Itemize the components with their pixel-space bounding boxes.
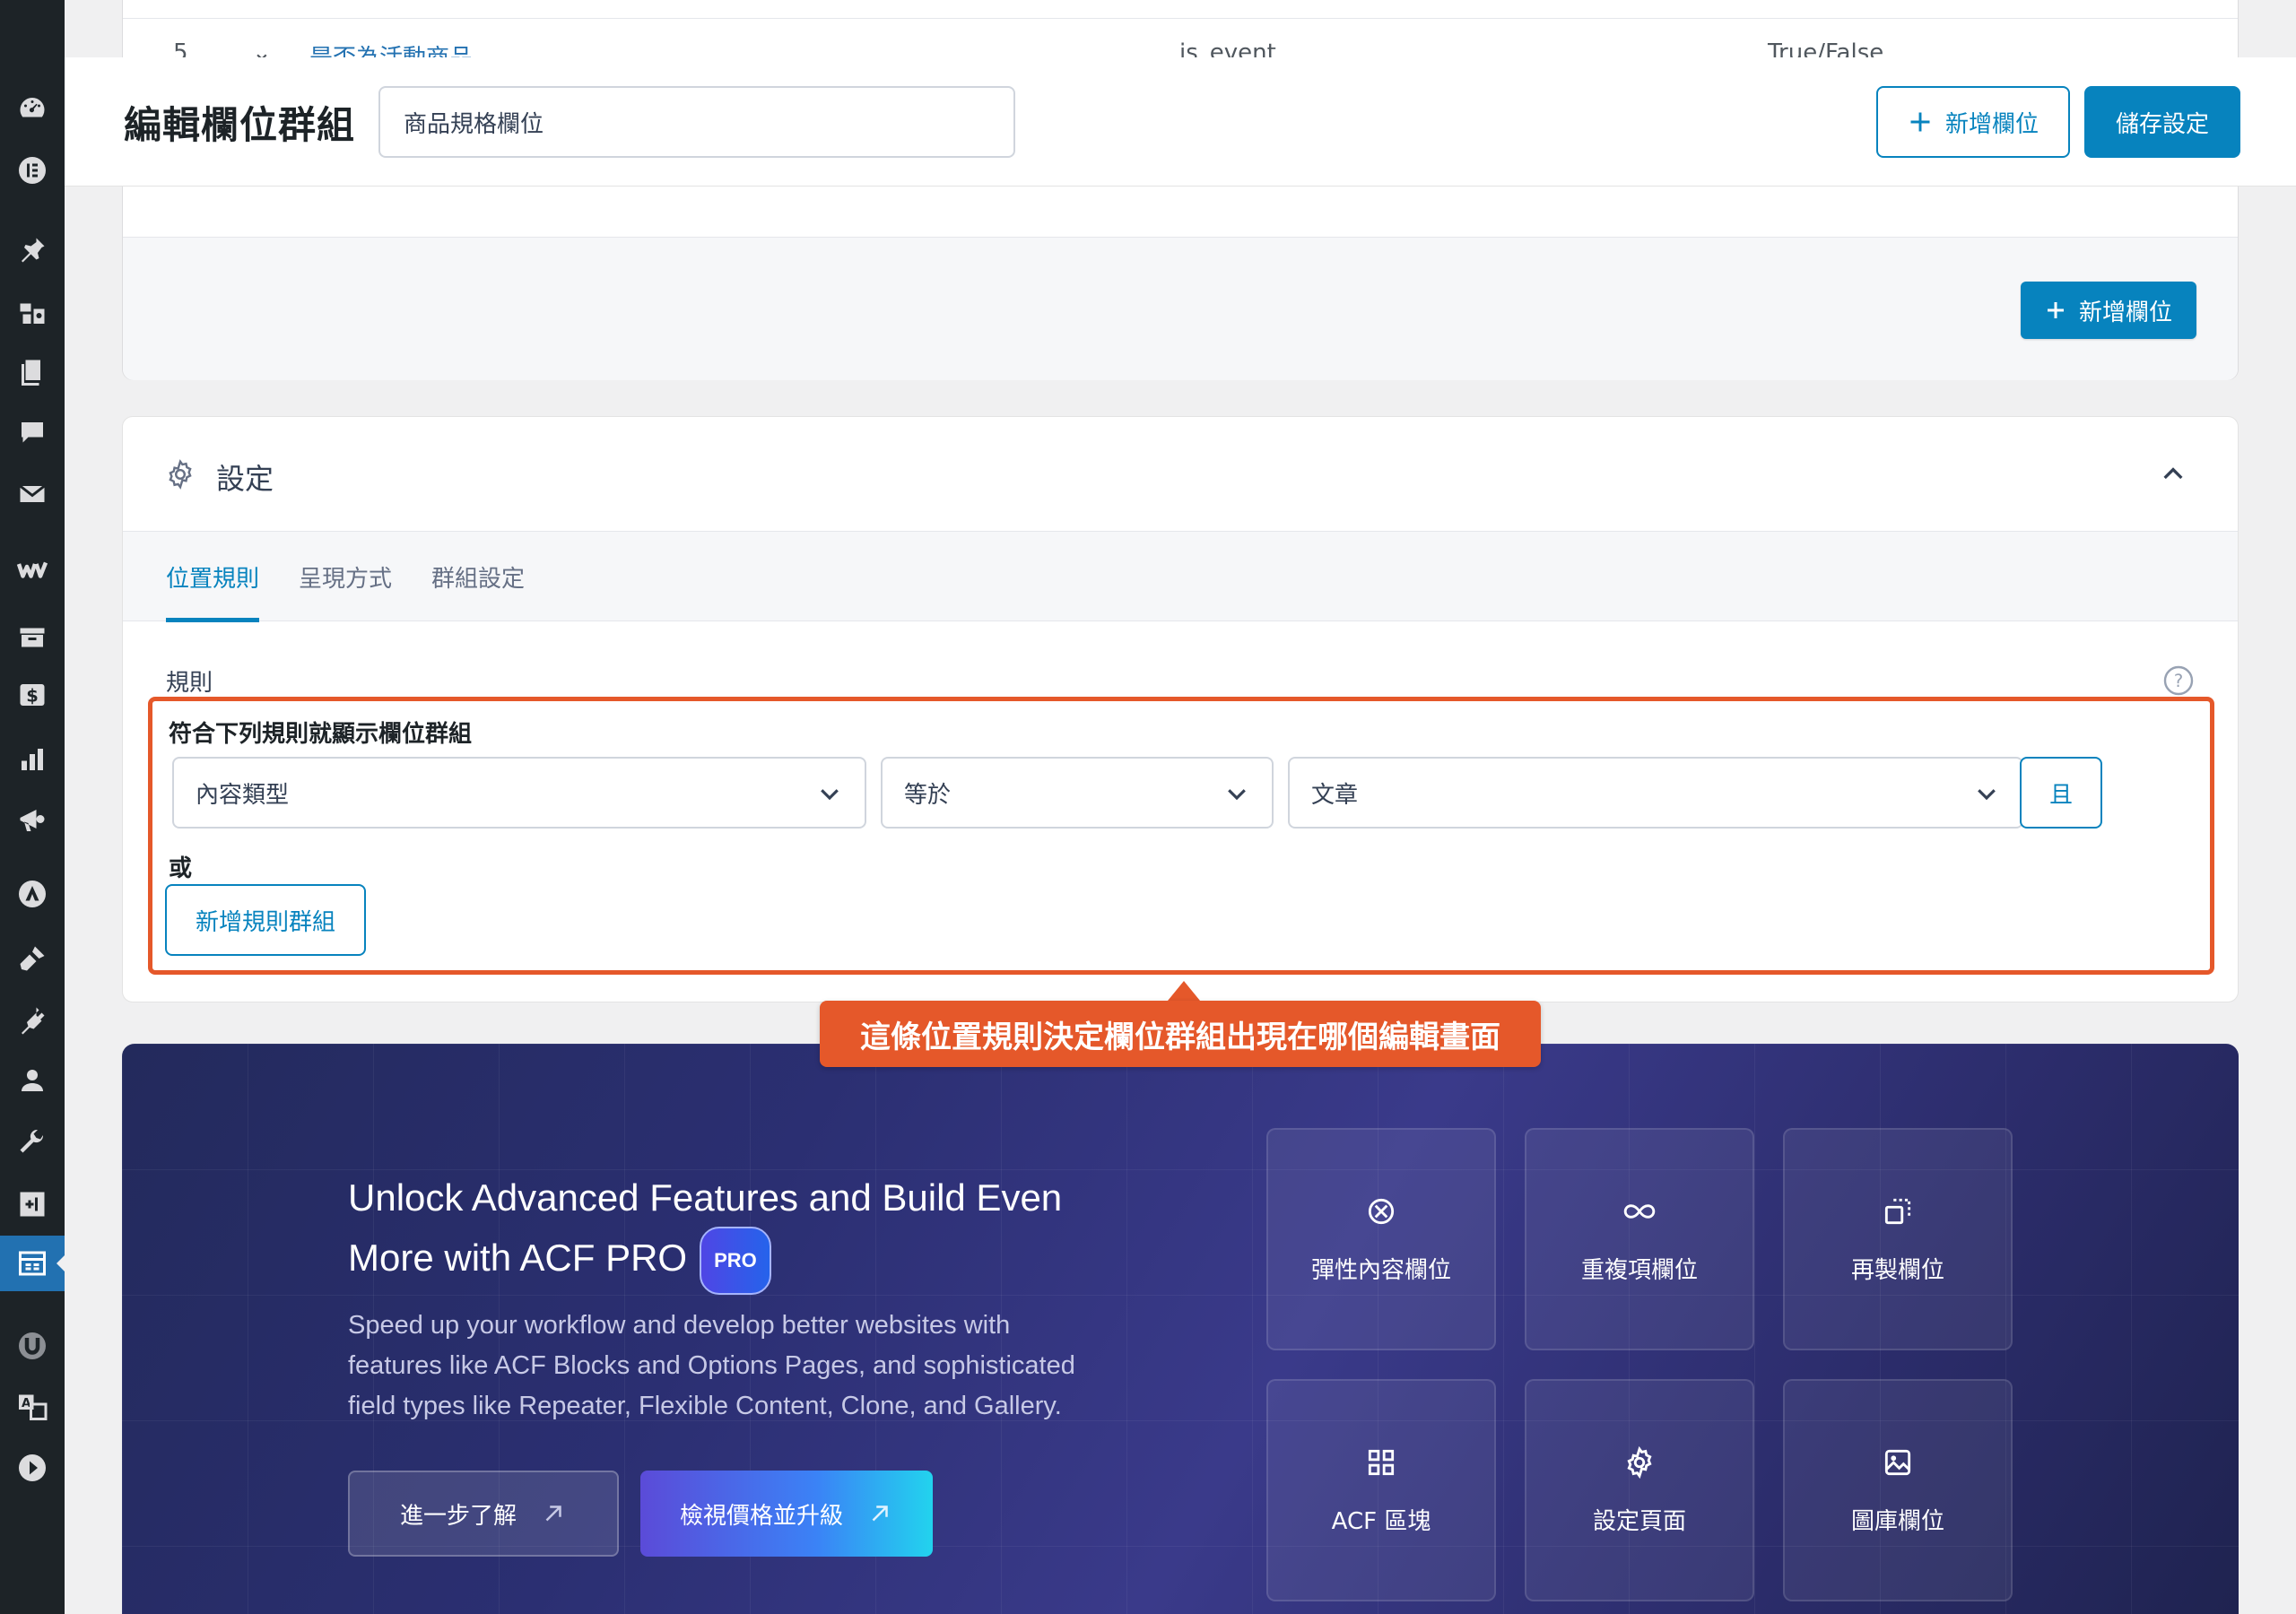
products-archive-icon[interactable] — [0, 610, 65, 665]
tab-group-settings[interactable]: 群組設定 — [431, 532, 525, 621]
rule-operator-select[interactable]: 等於 — [881, 757, 1274, 829]
page-title: 編輯欄位群組 — [124, 103, 356, 147]
field-list-footer: 新增欄位 — [123, 237, 2238, 380]
uptime-monitor-icon[interactable] — [0, 1318, 65, 1374]
feature-gallery[interactable]: 圖庫欄位 — [1783, 1379, 2013, 1601]
infinity-icon — [1623, 1203, 1656, 1219]
tools-wrench-icon[interactable] — [0, 1115, 65, 1171]
marketing-icon[interactable] — [0, 793, 65, 848]
svg-text:$: $ — [26, 686, 39, 707]
chevron-down-icon — [1228, 789, 1246, 801]
promo-title-line-2: More with ACF PRO — [348, 1237, 688, 1280]
gear-icon — [169, 459, 192, 490]
add-rule-group-button[interactable]: 新增規則群組 — [165, 884, 366, 956]
add-field-button-bottom[interactable]: 新增欄位 — [2021, 282, 2196, 339]
upgrade-button[interactable]: 檢視價格並升級 — [640, 1471, 933, 1557]
feature-clone[interactable]: 再製欄位 — [1783, 1128, 2013, 1350]
rules-label: 規則 — [166, 670, 213, 697]
feature-acf-blocks[interactable]: ACF 區塊 — [1266, 1379, 1496, 1601]
learn-more-label: 進一步了解 — [399, 1501, 517, 1529]
rule-value-value: 文章 — [1311, 781, 1359, 809]
location-rules-highlight: 符合下列規則就顯示欄位群組 內容類型 等於 文章 且 或 新增規則群組 — [148, 697, 2214, 975]
upgrade-label: 檢視價格並升級 — [679, 1501, 843, 1529]
analytics-icon[interactable] — [0, 732, 65, 787]
feature-label: ACF 區塊 — [1331, 1507, 1431, 1535]
external-arrow-icon — [545, 1506, 561, 1522]
posts-pin-icon[interactable] — [0, 222, 65, 278]
feature-options-pages[interactable]: 設定頁面 — [1525, 1379, 1754, 1601]
help-icon[interactable]: ? — [2162, 664, 2195, 697]
rules-heading: 符合下列規則就顯示欄位群組 — [169, 721, 473, 748]
translate-icon[interactable]: A — [0, 1379, 65, 1435]
promo-description: Speed up your workflow and develop bette… — [348, 1311, 1075, 1420]
promo-title-line-1: Unlock Advanced Features and Build Even — [348, 1176, 1063, 1219]
gallery-image-icon — [1884, 1449, 1911, 1475]
add-field-label: 新增欄位 — [1944, 109, 2039, 137]
settings-plus-icon[interactable] — [0, 1176, 65, 1232]
appearance-brush-icon[interactable] — [0, 931, 65, 986]
save-settings-button[interactable]: 儲存設定 — [2084, 86, 2240, 158]
plugins-icon[interactable] — [0, 992, 65, 1047]
add-field-button[interactable]: 新增欄位 — [1876, 86, 2070, 158]
tab-presentation[interactable]: 呈現方式 — [299, 532, 392, 621]
pages-icon[interactable] — [0, 344, 65, 400]
feature-label: 再製欄位 — [1850, 1256, 1944, 1284]
plus-icon — [2047, 302, 2064, 318]
annotation-callout: 這條位置規則決定欄位群組出現在哪個編輯畫面 — [820, 1001, 1541, 1067]
gear-icon — [1627, 1445, 1652, 1479]
comments-icon[interactable] — [0, 405, 65, 461]
plus-icon — [1910, 112, 1930, 132]
feature-repeater[interactable]: 重複項欄位 — [1525, 1128, 1754, 1350]
acf-field-groups-icon[interactable] — [0, 1236, 65, 1291]
astra-icon[interactable] — [0, 866, 65, 922]
promo-title: Unlock Advanced Features and Build Even … — [348, 1169, 1155, 1295]
settings-title: 設定 — [216, 462, 274, 496]
media-icon[interactable] — [0, 285, 65, 341]
feature-flexible-content[interactable]: 彈性內容欄位 — [1266, 1128, 1496, 1350]
external-arrow-icon — [872, 1506, 888, 1522]
svg-text:?: ? — [2174, 671, 2183, 691]
rule-param-select[interactable]: 內容類型 — [172, 757, 866, 829]
feature-label: 重複項欄位 — [1580, 1256, 1698, 1284]
feature-label: 圖庫欄位 — [1850, 1507, 1944, 1535]
feature-label: 彈性內容欄位 — [1310, 1256, 1451, 1284]
field-group-title-input[interactable] — [378, 86, 1015, 158]
rule-param-value: 內容類型 — [196, 781, 290, 809]
woocommerce-icon[interactable] — [0, 542, 65, 597]
acf-pro-promo-banner: Unlock Advanced Features and Build Even … — [122, 1044, 2239, 1614]
feature-label: 設定頁面 — [1592, 1507, 1686, 1535]
payments-icon[interactable]: $ — [0, 667, 65, 723]
chevron-up-icon[interactable] — [2159, 460, 2187, 489]
rule-value-select[interactable]: 文章 — [1288, 757, 2023, 829]
dashboard-icon[interactable] — [0, 81, 65, 136]
chevron-down-icon — [1978, 789, 1996, 801]
rule-operator-value: 等於 — [904, 781, 952, 809]
or-label: 或 — [169, 855, 193, 882]
settings-panel: 設定 位置規則 呈現方式 群組設定 規則 ? 符合下列規則就顯示欄位群組 內容類… — [122, 416, 2239, 1002]
flexible-content-icon — [1368, 1198, 1395, 1224]
add-and-rule-button[interactable]: 且 — [2020, 757, 2102, 829]
settings-header[interactable]: 設定 — [123, 417, 2238, 532]
blocks-grid-icon — [1368, 1449, 1395, 1475]
pro-badge: PRO — [700, 1227, 771, 1295]
callout-pointer — [1168, 981, 1200, 1001]
row-divider — [123, 18, 2238, 19]
video-play-icon[interactable] — [0, 1440, 65, 1496]
tab-location-rules[interactable]: 位置規則 — [166, 532, 260, 622]
learn-more-button[interactable]: 進一步了解 — [348, 1471, 619, 1557]
mail-icon[interactable] — [0, 466, 65, 522]
users-icon[interactable] — [0, 1053, 65, 1108]
add-field-label: 新增欄位 — [2078, 298, 2172, 325]
admin-sidebar: $ A — [0, 0, 65, 1614]
clone-icon — [1884, 1198, 1911, 1224]
chevron-down-icon — [821, 789, 839, 801]
settings-tabs: 位置規則 呈現方式 群組設定 — [123, 532, 2238, 622]
elementor-icon[interactable] — [0, 143, 65, 198]
page-header: 編輯欄位群組 新增欄位 儲存設定 — [65, 57, 2296, 187]
